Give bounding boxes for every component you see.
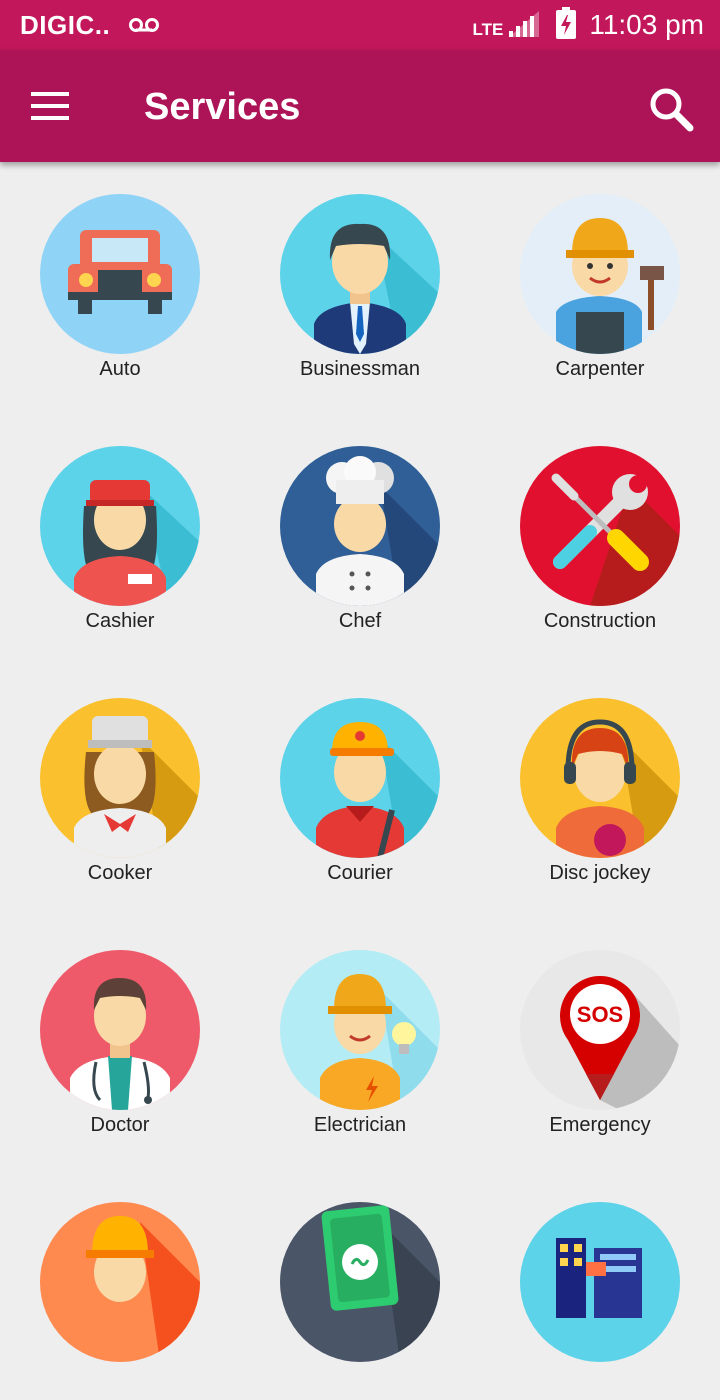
service-item-worker[interactable] [0, 1170, 240, 1400]
sos-pin-icon: SOS [520, 950, 680, 1110]
service-icon-bg [280, 194, 440, 354]
service-icon-bg: SOS [520, 950, 680, 1110]
service-label: Emergency [549, 1114, 651, 1136]
dj-icon [520, 698, 680, 858]
carrier-name: DIGIC.. [20, 9, 111, 40]
service-icon-bg [520, 446, 680, 606]
service-item-cooker[interactable]: Cooker [0, 666, 240, 896]
businessman-icon [280, 194, 440, 354]
service-icon-bg [280, 698, 440, 858]
sos-text: SOS [577, 1002, 623, 1027]
menu-icon-line [31, 92, 69, 96]
service-item-courier[interactable]: Courier [240, 666, 480, 896]
cashier-icon [40, 446, 200, 606]
car-icon [40, 194, 200, 354]
service-icon-bg [280, 446, 440, 606]
status-bar: DIGIC.. LTE 11:03 pm [0, 0, 720, 50]
service-label: Chef [338, 610, 382, 632]
menu-icon-line [31, 104, 69, 108]
service-icon-bg [280, 1202, 440, 1362]
service-icon-bg [40, 194, 200, 354]
battery-icon [555, 6, 577, 44]
service-item-carpenter[interactable]: Carpenter [480, 162, 720, 392]
signal-icon [507, 9, 541, 42]
service-label: Businessman [299, 358, 421, 380]
service-item-emergency[interactable]: SOS Emergency [480, 918, 720, 1148]
voicemail-icon [128, 17, 160, 33]
menu-button[interactable] [22, 78, 78, 134]
cook-icon [40, 698, 200, 858]
buildings-icon [520, 1202, 680, 1362]
service-icon-bg [40, 1202, 200, 1362]
money-icon [280, 1202, 440, 1362]
service-label: Auto [99, 358, 141, 380]
clock: 11:03 pm [589, 9, 704, 40]
service-icon-bg [40, 950, 200, 1110]
search-button[interactable] [640, 78, 704, 142]
service-label: Electrician [313, 1114, 407, 1136]
app-bar: Services [0, 50, 720, 162]
page-title: Services [144, 86, 301, 128]
service-item-money[interactable] [240, 1170, 480, 1400]
courier-icon [280, 698, 440, 858]
service-item-doctor[interactable]: Doctor [0, 918, 240, 1148]
service-item-cashier[interactable]: Cashier [0, 414, 240, 644]
service-icon-bg [40, 446, 200, 606]
service-label: Construction [543, 610, 657, 632]
service-label: Doctor [90, 1114, 150, 1136]
chef-icon [280, 446, 440, 606]
doctor-icon [40, 950, 200, 1110]
service-label: Disc jockey [549, 862, 651, 884]
network-type: LTE [472, 20, 504, 39]
worker-icon [40, 1202, 200, 1362]
service-item-businessman[interactable]: Businessman [240, 162, 480, 392]
service-item-buildings[interactable] [480, 1170, 720, 1400]
tools-icon [520, 446, 680, 606]
service-label: Cashier [85, 610, 155, 632]
service-item-electrician[interactable]: Electrician [240, 918, 480, 1148]
service-icon-bg [280, 950, 440, 1110]
service-label: Courier [327, 862, 393, 884]
search-icon [650, 88, 694, 132]
carpenter-icon [520, 194, 680, 354]
service-icon-bg [520, 1202, 680, 1362]
menu-icon-line [31, 116, 69, 120]
electrician-icon [280, 950, 440, 1110]
service-icon-bg [520, 194, 680, 354]
service-icon-bg [520, 698, 680, 858]
service-label: Cooker [87, 862, 153, 884]
service-label: Carpenter [555, 358, 645, 380]
service-item-disc-jockey[interactable]: Disc jockey [480, 666, 720, 896]
service-icon-bg [40, 698, 200, 858]
service-item-construction[interactable]: Construction [480, 414, 720, 644]
service-item-auto[interactable]: Auto [0, 162, 240, 392]
service-item-chef[interactable]: Chef [240, 414, 480, 644]
